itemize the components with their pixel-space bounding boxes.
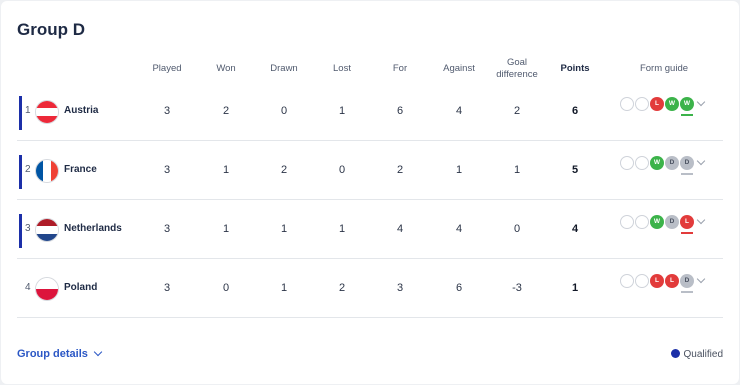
form-empty-slot	[635, 156, 649, 170]
cell-played: 3	[163, 282, 171, 294]
form-result-badge: D	[680, 156, 694, 170]
form-empty-slot	[620, 215, 634, 229]
form-empty-slot	[620, 97, 634, 111]
cell-against: 6	[455, 282, 463, 294]
form-empty-slot	[635, 215, 649, 229]
latest-result-underline	[681, 291, 693, 293]
cell-played: 3	[163, 164, 171, 176]
group-table-card: Group D Played Won Drawn Lost For Agains…	[1, 1, 739, 384]
form-guide[interactable]: WDL	[620, 215, 720, 235]
cell-for: 4	[396, 223, 404, 235]
header-points: Points	[560, 63, 590, 74]
chevron-down-icon[interactable]	[696, 215, 706, 225]
team-name[interactable]: Netherlands	[64, 223, 122, 234]
cell-won: 1	[222, 223, 230, 235]
form-empty-slot	[635, 97, 649, 111]
form-result-badge: D	[680, 274, 694, 288]
latest-result-underline	[681, 232, 693, 234]
position: 2	[25, 164, 31, 175]
header-goal-difference-line1: Goal	[506, 57, 528, 68]
cell-against: 1	[455, 164, 463, 176]
cell-drawn: 0	[280, 105, 288, 117]
form-result-badge: L	[680, 215, 694, 229]
cell-drawn: 2	[280, 164, 288, 176]
group-details-link[interactable]: Group details	[17, 347, 103, 360]
cell-gd: 2	[513, 105, 521, 117]
team-name[interactable]: Austria	[64, 105, 98, 116]
cell-gd: 0	[513, 223, 521, 235]
qualified-indicator	[19, 155, 22, 189]
cell-lost: 1	[338, 223, 346, 235]
table-row[interactable]: 1 Austria 3 2 0 1 6 4 2 6 L W W	[17, 83, 723, 141]
chevron-down-icon[interactable]	[696, 97, 706, 107]
form-result-badge: L	[650, 274, 664, 288]
cell-lost: 0	[338, 164, 346, 176]
form-result-badge: W	[650, 156, 664, 170]
team-flag-icon	[36, 160, 58, 182]
cell-drawn: 1	[280, 282, 288, 294]
form-result-badge: D	[665, 156, 679, 170]
chevron-down-icon	[93, 347, 103, 357]
table-row[interactable]: 4 Poland 3 0 1 2 3 6 -3 1 L L D	[17, 260, 723, 318]
cell-points: 4	[571, 223, 579, 235]
cell-played: 3	[163, 223, 171, 235]
form-result-badge: W	[680, 97, 694, 111]
table-row[interactable]: 3 Netherlands 3 1 1 1 4 4 0 4 W D L	[17, 201, 723, 259]
group-title: Group D	[17, 20, 85, 39]
cell-points: 1	[571, 282, 579, 294]
cell-for: 2	[396, 164, 404, 176]
cell-lost: 2	[338, 282, 346, 294]
cell-won: 0	[222, 282, 230, 294]
position: 4	[25, 282, 31, 293]
cell-gd: -3	[512, 282, 522, 294]
cell-lost: 1	[338, 105, 346, 117]
form-result-badge: D	[665, 215, 679, 229]
team-name[interactable]: Poland	[64, 282, 97, 293]
form-guide[interactable]: WDD	[620, 156, 720, 176]
cell-drawn: 1	[280, 223, 288, 235]
form-empty-slot	[620, 156, 634, 170]
form-empty-slot	[620, 274, 634, 288]
cell-won: 1	[222, 164, 230, 176]
team-flag-icon	[36, 219, 58, 241]
latest-result-underline	[681, 173, 693, 175]
cell-points: 5	[571, 164, 579, 176]
form-result-badge: W	[665, 97, 679, 111]
form-result-badge: L	[665, 274, 679, 288]
form-guide[interactable]: LLD	[620, 274, 720, 294]
form-guide[interactable]: LWW	[620, 97, 720, 117]
cell-against: 4	[455, 105, 463, 117]
team-name[interactable]: France	[64, 164, 97, 175]
qualified-legend-label: Qualified	[683, 349, 723, 360]
cell-played: 3	[163, 105, 171, 117]
form-result-badge: L	[650, 97, 664, 111]
position: 3	[25, 223, 31, 234]
cell-for: 6	[396, 105, 404, 117]
group-details-label: Group details	[17, 348, 88, 360]
chevron-down-icon[interactable]	[696, 274, 706, 284]
header-form-guide: Form guide	[639, 63, 689, 74]
cell-points: 6	[571, 105, 579, 117]
position: 1	[25, 105, 31, 116]
qualified-legend: Qualified	[670, 349, 723, 360]
chevron-down-icon[interactable]	[696, 156, 706, 166]
team-flag-icon	[36, 278, 58, 300]
form-result-badge: W	[650, 215, 664, 229]
qualified-dot-icon	[670, 349, 680, 358]
qualified-indicator	[19, 214, 22, 248]
qualified-indicator	[19, 96, 22, 130]
latest-result-underline	[681, 114, 693, 116]
cell-gd: 1	[513, 164, 521, 176]
cell-won: 2	[222, 105, 230, 117]
cell-for: 3	[396, 282, 404, 294]
table-row[interactable]: 2 France 3 1 2 0 2 1 1 5 W D D	[17, 142, 723, 200]
form-empty-slot	[635, 274, 649, 288]
team-flag-icon	[36, 101, 58, 123]
header-goal-difference-line2: difference	[496, 69, 538, 80]
cell-against: 4	[455, 223, 463, 235]
